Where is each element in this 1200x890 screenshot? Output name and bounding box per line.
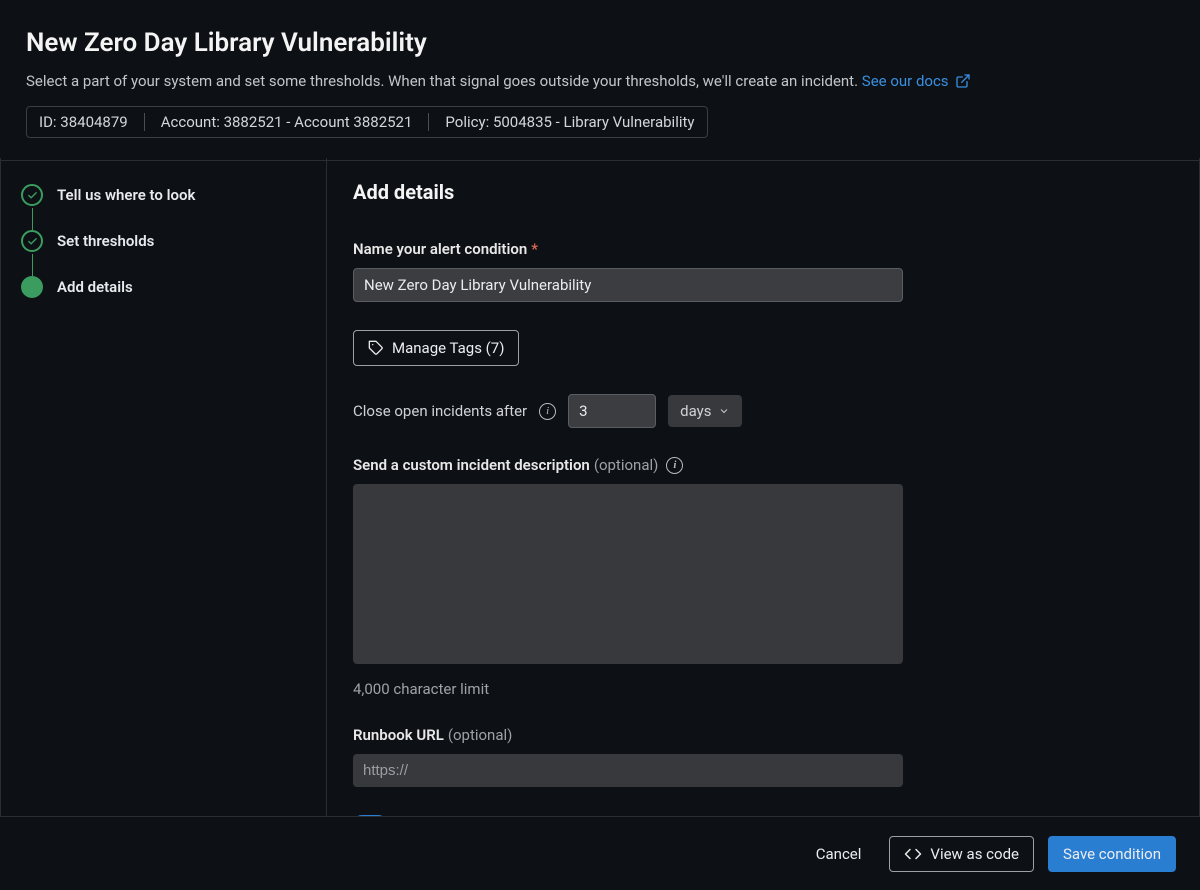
- close-incidents-unit-select[interactable]: days: [668, 395, 741, 427]
- stepper: Tell us where to look Set thresholds Add…: [1, 158, 327, 816]
- save-condition-button[interactable]: Save condition: [1048, 836, 1176, 872]
- check-icon: [21, 184, 43, 206]
- custom-description-textarea[interactable]: [353, 484, 903, 664]
- view-as-code-button[interactable]: View as code: [889, 836, 1034, 872]
- name-label: Name your alert condition *: [353, 240, 1173, 258]
- meta-policy: Policy: 5004835 - Library Vulnerability: [445, 113, 694, 131]
- step-set-thresholds[interactable]: Set thresholds: [21, 230, 306, 252]
- tag-icon: [368, 340, 384, 356]
- runbook-label: Runbook URL (optional): [353, 726, 1173, 744]
- docs-link[interactable]: See our docs: [862, 72, 971, 90]
- name-field-group: Name your alert condition *: [353, 240, 1173, 302]
- manage-tags-group: Manage Tags (7): [353, 330, 1173, 366]
- external-link-icon: [955, 73, 971, 89]
- manage-tags-button[interactable]: Manage Tags (7): [353, 330, 519, 366]
- close-incidents-value-input[interactable]: [568, 394, 656, 428]
- runbook-url-input[interactable]: [353, 754, 903, 787]
- alert-name-input[interactable]: [353, 268, 903, 302]
- section-heading: Add details: [353, 180, 1173, 204]
- page-title: New Zero Day Library Vulnerability: [26, 28, 1174, 58]
- page-subtitle: Select a part of your system and set som…: [26, 72, 1174, 90]
- current-step-dot-icon: [21, 276, 43, 298]
- meta-id: ID: 38404879: [39, 113, 128, 131]
- cancel-button[interactable]: Cancel: [802, 837, 876, 871]
- char-limit-helper: 4,000 character limit: [353, 680, 1173, 698]
- close-incidents-label: Close open incidents after: [353, 402, 527, 420]
- custom-description-label: Send a custom incident description (opti…: [353, 456, 1173, 474]
- custom-description-group: Send a custom incident description (opti…: [353, 456, 1173, 698]
- runbook-group: Runbook URL (optional): [353, 726, 1173, 787]
- info-icon[interactable]: i: [666, 457, 683, 474]
- header: New Zero Day Library Vulnerability Selec…: [0, 0, 1200, 161]
- footer: Cancel View as code Save condition: [0, 816, 1200, 890]
- meta-account: Account: 3882521 - Account 3882521: [161, 113, 413, 131]
- step-add-details[interactable]: Add details: [21, 276, 306, 298]
- close-incidents-row: Close open incidents after i days: [353, 394, 1173, 428]
- check-icon: [21, 230, 43, 252]
- chevron-down-icon: [718, 405, 730, 417]
- info-icon[interactable]: i: [539, 403, 556, 420]
- code-icon: [904, 845, 922, 863]
- main-panel: Add details Name your alert condition * …: [327, 158, 1199, 816]
- step-where-to-look[interactable]: Tell us where to look: [21, 184, 306, 206]
- meta-strip: ID: 38404879 Account: 3882521 - Account …: [26, 106, 708, 138]
